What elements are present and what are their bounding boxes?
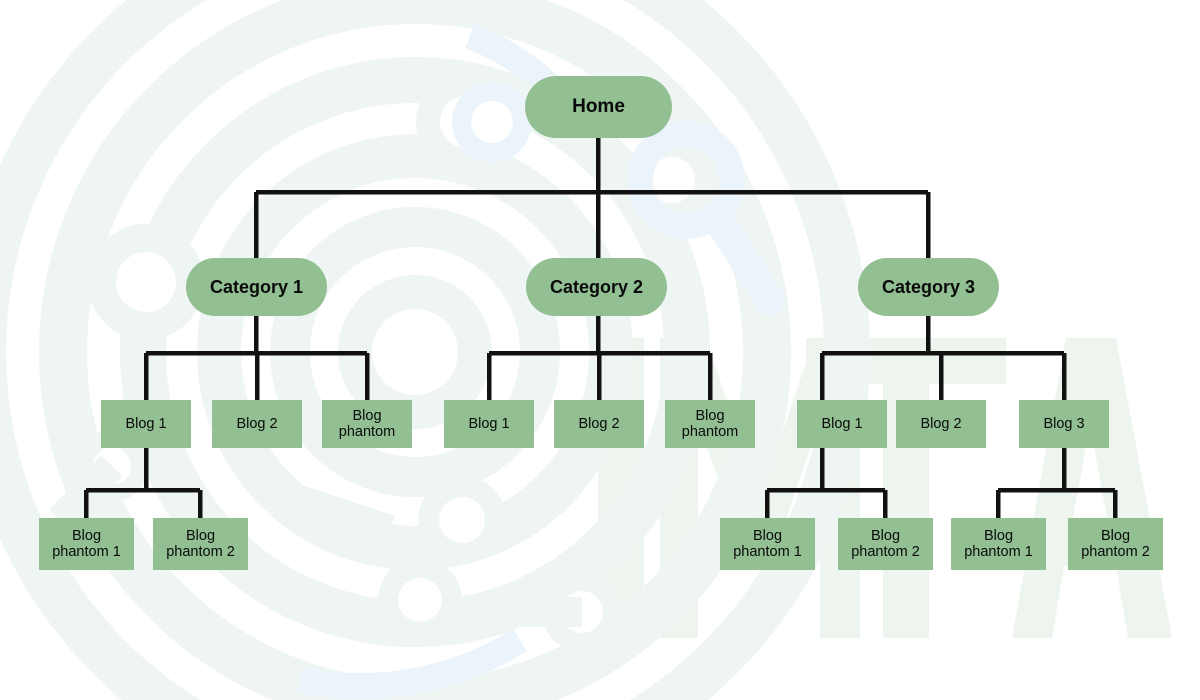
node-category-3-blog-3-phantom-1[interactable]: Blog phantom 1 [951,518,1046,570]
sitemap-canvas: Home Category 1 Category 2 Category 3 Bl… [0,0,1200,700]
node-category-1-label: Category 1 [209,276,304,297]
node-category-2-blog-1-label: Blog 1 [468,415,510,432]
node-category-3-blog-1-phantom-1[interactable]: Blog phantom 1 [720,518,815,570]
watermark-rings [0,0,870,700]
node-category-1-blog-1-phantom-1[interactable]: Blog phantom 1 [39,518,134,570]
watermark-traces [49,340,582,627]
node-category-3[interactable]: Category 3 [858,258,999,316]
watermark-blue-arcs [297,23,570,700]
node-category-1-blog-1[interactable]: Blog 1 [101,400,191,448]
node-category-1-blog-2[interactable]: Blog 2 [212,400,302,448]
node-category-2-blog-phantom[interactable]: Blog phantom [665,400,755,448]
node-home[interactable]: Home [525,76,672,138]
node-category-3-blog-1[interactable]: Blog 1 [797,400,887,448]
node-category-3-label: Category 3 [881,276,976,297]
node-category-2-blog-1[interactable]: Blog 1 [444,400,534,448]
node-category-3-blog-3-label: Blog 3 [1043,415,1085,432]
node-category-1-blog-phantom-label: Blog phantom [338,407,396,440]
node-category-2-label: Category 2 [549,276,644,297]
node-category-2-blog-2[interactable]: Blog 2 [554,400,644,448]
node-category-3-blog-3-phantom-2[interactable]: Blog phantom 2 [1068,518,1163,570]
node-category-3-blog-1-label: Blog 1 [821,415,863,432]
node-category-2[interactable]: Category 2 [526,258,667,316]
node-category-1-blog-phantom[interactable]: Blog phantom [322,400,412,448]
node-category-3-blog-2[interactable]: Blog 2 [896,400,986,448]
watermark-letters [598,338,1172,638]
node-category-3-blog-3-phantom-2-label: Blog phantom 2 [1081,527,1150,560]
node-category-2-blog-2-label: Blog 2 [578,415,620,432]
node-category-1-blog-1-phantom-2-label: Blog phantom 2 [166,527,235,560]
node-category-1-blog-1-label: Blog 1 [125,415,167,432]
node-category-3-blog-1-phantom-2-label: Blog phantom 2 [851,527,920,560]
node-category-1-blog-1-phantom-1-label: Blog phantom 1 [52,527,121,560]
node-category-1-blog-1-phantom-2[interactable]: Blog phantom 2 [153,518,248,570]
watermark-blue-nodes [452,82,532,162]
node-category-3-blog-1-phantom-1-label: Blog phantom 1 [733,527,802,560]
node-category-1[interactable]: Category 1 [186,258,327,316]
node-category-3-blog-1-phantom-2[interactable]: Blog phantom 2 [838,518,933,570]
node-category-3-blog-2-label: Blog 2 [920,415,962,432]
node-category-3-blog-3[interactable]: Blog 3 [1019,400,1109,448]
node-home-label: Home [572,96,625,118]
node-category-1-blog-2-label: Blog 2 [236,415,278,432]
node-category-2-blog-phantom-label: Blog phantom [681,407,739,440]
node-category-3-blog-3-phantom-1-label: Blog phantom 1 [964,527,1033,560]
